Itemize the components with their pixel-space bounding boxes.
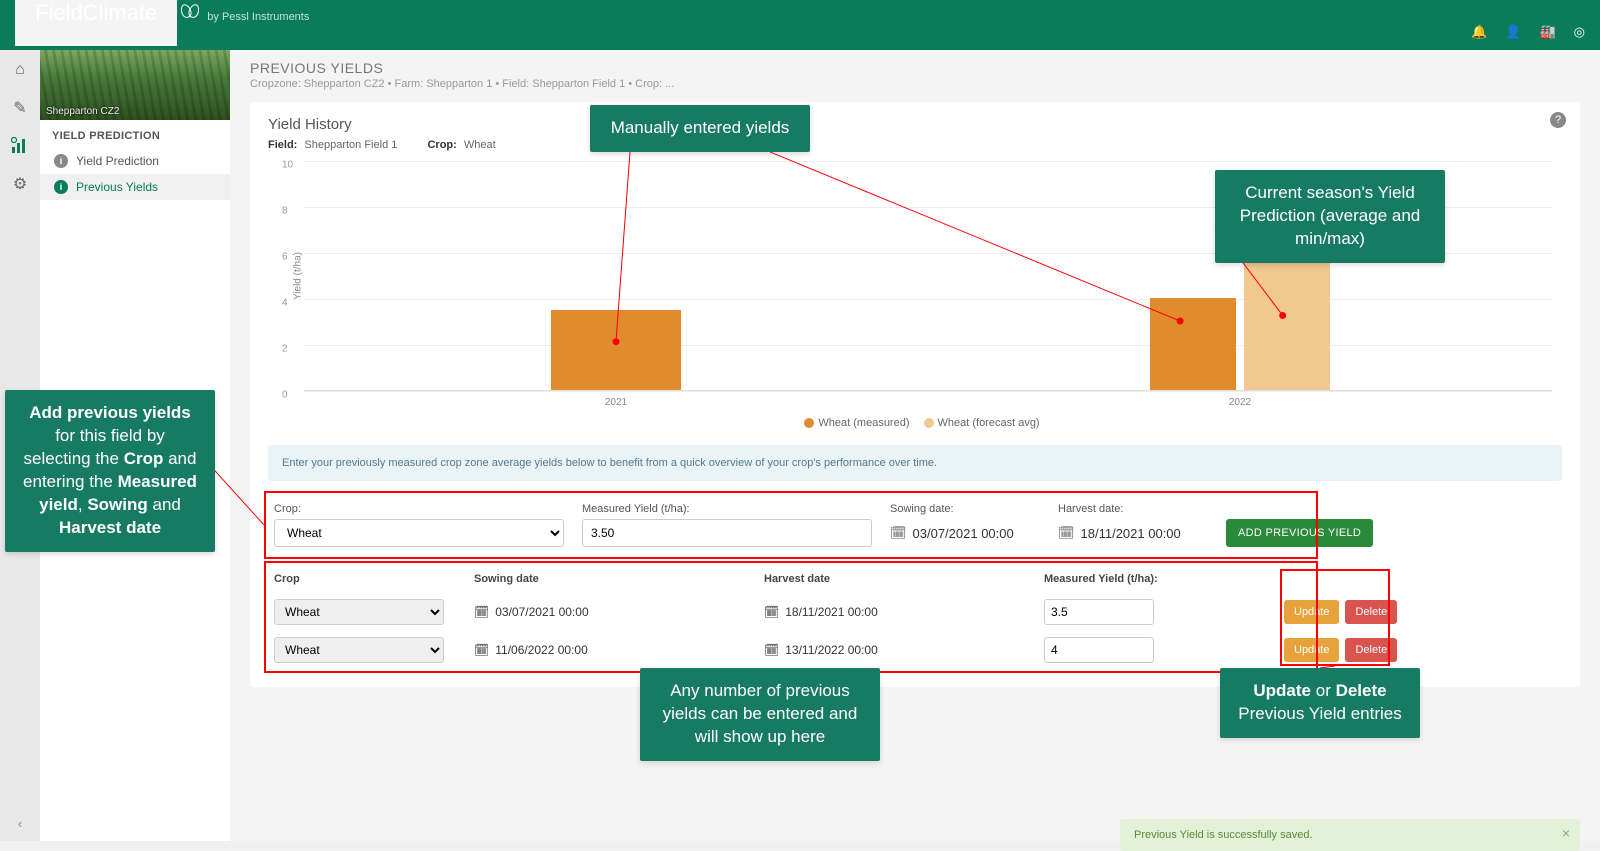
row-crop-select[interactable]: Wheat bbox=[274, 599, 444, 625]
row-yield-input[interactable] bbox=[1044, 637, 1154, 663]
y-axis-label: Yield (t/ha) bbox=[292, 252, 303, 300]
sowing-date-value[interactable]: 03/07/2021 00:00 bbox=[913, 526, 1014, 541]
previous-yields-table: Crop Sowing date Harvest date Measured Y… bbox=[268, 565, 1562, 669]
user-icon[interactable]: 👤 bbox=[1505, 24, 1521, 40]
th-crop: Crop bbox=[274, 573, 474, 585]
harvest-date-value[interactable]: 18/11/2021 00:00 bbox=[1081, 526, 1181, 541]
field-label: Field: bbox=[268, 139, 297, 151]
field-value: Shepparton Field 1 bbox=[304, 139, 397, 151]
chart-icon[interactable] bbox=[8, 134, 32, 158]
sidebar-item-label: Yield Prediction bbox=[76, 154, 159, 168]
annotation-callout: Any number of previous yields can be ent… bbox=[640, 668, 880, 761]
home-icon[interactable]: ⌂ bbox=[8, 58, 32, 82]
th-harvest: Harvest date bbox=[764, 573, 1044, 585]
update-button[interactable]: Update bbox=[1284, 638, 1339, 662]
th-yield: Measured Yield (t/ha): bbox=[1044, 573, 1244, 585]
sidebar-item-label: Previous Yields bbox=[76, 180, 158, 194]
calendar-icon[interactable]: 🗓 bbox=[764, 643, 779, 657]
bar-measured bbox=[551, 310, 681, 391]
calendar-icon[interactable]: 🗓 bbox=[474, 643, 489, 657]
breadcrumb: Cropzone: Shepparton CZ2 • Farm: Sheppar… bbox=[250, 78, 1580, 90]
help-icon[interactable]: ? bbox=[1550, 112, 1566, 128]
leaf-icon bbox=[181, 2, 199, 20]
row-harvest-date[interactable]: 13/11/2022 00:00 bbox=[785, 643, 878, 657]
row-crop-select[interactable]: Wheat bbox=[274, 637, 444, 663]
crop-select-label: Crop: bbox=[274, 503, 564, 515]
collapse-icon[interactable]: ‹ bbox=[18, 816, 22, 831]
field-thumbnail[interactable]: Shepparton CZ2 bbox=[40, 50, 230, 120]
calendar-icon[interactable]: 🗓 bbox=[1058, 525, 1075, 541]
bell-icon[interactable]: 🔔 bbox=[1471, 24, 1487, 40]
sowing-date-label: Sowing date: bbox=[890, 503, 1040, 515]
close-icon[interactable]: × bbox=[1562, 825, 1570, 841]
field-caption: Shepparton CZ2 bbox=[46, 106, 119, 117]
crop-label: Crop: bbox=[427, 139, 456, 151]
yield-input[interactable] bbox=[582, 519, 872, 547]
top-icons: 🔔 👤 🏭 ◎ bbox=[1471, 24, 1585, 46]
bar-measured bbox=[1150, 298, 1236, 390]
crop-value: Wheat bbox=[464, 139, 496, 151]
table-row: Wheat 🗓 03/07/2021 00:00 🗓 18/11/2021 00:00 U… bbox=[268, 593, 1562, 631]
page-header: PREVIOUS YIELDS Cropzone: Shepparton CZ2… bbox=[250, 60, 1580, 90]
factory-icon[interactable]: 🏭 bbox=[1539, 24, 1555, 40]
update-button[interactable]: Update bbox=[1284, 600, 1339, 624]
info-icon: i bbox=[54, 180, 68, 194]
annotation-callout: Current season's Yield Prediction (avera… bbox=[1215, 170, 1445, 263]
table-header-row: Crop Sowing date Harvest date Measured Y… bbox=[268, 565, 1562, 593]
info-icon: i bbox=[54, 154, 68, 168]
annotation-callout: Add previous yields for this field by se… bbox=[5, 390, 215, 552]
top-bar: 2022-11-03.ad4b788 / Dewberry FieldClima… bbox=[0, 0, 1600, 50]
success-toast: Previous Yield is successfully saved. × bbox=[1120, 819, 1580, 851]
card-title: Yield History bbox=[268, 116, 1562, 133]
calendar-icon[interactable]: 🗓 bbox=[890, 525, 907, 541]
add-yield-form: Crop: Wheat Measured Yield (t/ha): Sowin… bbox=[268, 495, 1562, 555]
sidebar-item-previous-yields[interactable]: i Previous Yields bbox=[40, 174, 230, 200]
yield-input-label: Measured Yield (t/ha): bbox=[582, 503, 872, 515]
logo[interactable]: FieldClimate by Pessl Instruments bbox=[15, 0, 309, 46]
th-sowing: Sowing date bbox=[474, 573, 764, 585]
crop-select[interactable]: Wheat bbox=[274, 519, 564, 547]
gear-icon[interactable]: ⚙ bbox=[8, 172, 32, 196]
annotation-callout: Update or Delete Previous Yield entries bbox=[1220, 668, 1420, 738]
row-sowing-date[interactable]: 03/07/2021 00:00 bbox=[495, 605, 588, 619]
logo-text: FieldClimate bbox=[15, 0, 177, 46]
info-banner: Enter your previously measured crop zone… bbox=[268, 445, 1562, 481]
delete-button[interactable]: Delete bbox=[1345, 600, 1397, 624]
add-previous-yield-button[interactable]: ADD PREVIOUS YIELD bbox=[1226, 519, 1373, 547]
chart-legend: Wheat (measured)Wheat (forecast avg) bbox=[268, 417, 1562, 429]
broadcast-icon[interactable]: ◎ bbox=[1574, 24, 1585, 40]
delete-button[interactable]: Delete bbox=[1345, 638, 1397, 662]
tools-icon[interactable]: ✎ bbox=[8, 96, 32, 120]
calendar-icon[interactable]: 🗓 bbox=[474, 605, 489, 619]
row-yield-input[interactable] bbox=[1044, 599, 1154, 625]
row-harvest-date[interactable]: 18/11/2021 00:00 bbox=[785, 605, 878, 619]
page-title: PREVIOUS YIELDS bbox=[250, 60, 1580, 76]
harvest-date-label: Harvest date: bbox=[1058, 503, 1208, 515]
row-sowing-date[interactable]: 11/06/2022 00:00 bbox=[495, 643, 588, 657]
logo-subtext: by Pessl Instruments bbox=[207, 11, 309, 23]
side-section-title: YIELD PREDICTION bbox=[40, 120, 230, 148]
table-row: Wheat 🗓 11/06/2022 00:00 🗓 13/11/2022 00:00 U… bbox=[268, 631, 1562, 669]
sidebar-item-yield-prediction[interactable]: i Yield Prediction bbox=[40, 148, 230, 174]
annotation-callout: Manually entered yields bbox=[590, 105, 810, 152]
card-meta: Field: Shepparton Field 1 Crop: Wheat bbox=[268, 139, 1562, 151]
calendar-icon[interactable]: 🗓 bbox=[764, 605, 779, 619]
toast-text: Previous Yield is successfully saved. bbox=[1134, 829, 1313, 841]
